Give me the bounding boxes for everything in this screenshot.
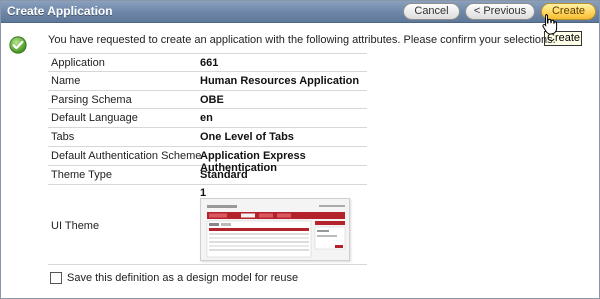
previous-button[interactable]: < Previous — [465, 3, 535, 20]
theme-preview-image — [200, 197, 350, 261]
table-row: Application 661 — [48, 53, 367, 72]
confirmation-message: You have requested to create an applicat… — [48, 34, 556, 46]
table-row: Default Authentication Scheme Applicatio… — [48, 147, 367, 174]
ui-theme-row: UI Theme 1 — [48, 185, 367, 265]
attribute-label: Application — [51, 57, 105, 69]
attribute-value: Human Resources Application — [200, 74, 360, 87]
attribute-value: en — [200, 112, 213, 125]
attribute-label: Default Authentication Scheme — [51, 149, 202, 162]
create-application-panel: Create Application Cancel < Previous Cre… — [0, 0, 600, 299]
attribute-label: Default Language — [51, 112, 138, 125]
attribute-label: Tabs — [51, 131, 75, 144]
attribute-value: OBE — [200, 93, 224, 106]
cancel-button[interactable]: Cancel — [403, 3, 460, 20]
attribute-label: Parsing Schema — [51, 93, 132, 106]
page-title: Create Application — [7, 4, 113, 18]
attribute-label: UI Theme — [51, 219, 100, 232]
table-row: Name Human Resources Application — [48, 72, 367, 91]
success-check-icon — [9, 36, 27, 54]
attribute-value: 661 — [200, 57, 219, 69]
panel-header: Create Application Cancel < Previous Cre… — [1, 1, 599, 23]
table-row: Default Language en — [48, 109, 367, 129]
theme-preview-graphic — [201, 198, 349, 260]
reuse-checkbox-label[interactable]: Save this definition as a design model f… — [67, 272, 298, 284]
attribute-value: Standard — [200, 168, 248, 181]
reuse-checkbox[interactable] — [50, 272, 62, 284]
attribute-label: Theme Type — [51, 168, 112, 181]
attribute-label: Name — [51, 74, 81, 87]
attributes-table: Application 661 Name Human Resources App… — [48, 53, 367, 265]
table-row: Theme Type Standard — [48, 166, 367, 185]
hand-cursor-icon — [542, 14, 558, 35]
attribute-value: One Level of Tabs — [200, 131, 294, 144]
table-row: Parsing Schema OBE — [48, 91, 367, 110]
table-row: Tabs One Level of Tabs — [48, 128, 367, 147]
